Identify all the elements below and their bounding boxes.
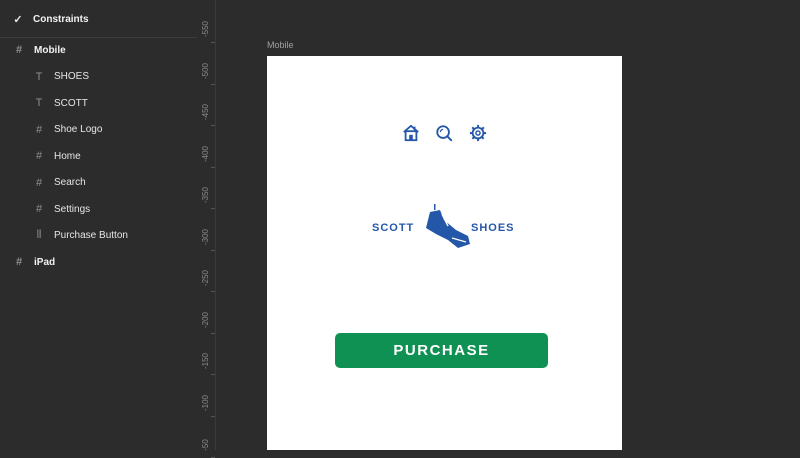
ruler-tick-mark: [211, 291, 215, 292]
frame-label[interactable]: Mobile: [267, 40, 294, 50]
home-icon[interactable]: [402, 124, 420, 142]
layer-row[interactable]: # iPad: [0, 250, 197, 274]
layer-label: Search: [54, 177, 86, 188]
ruler-tick-mark: [211, 249, 215, 251]
frame-icon: #: [35, 203, 43, 215]
layer-row[interactable]: # Mobile: [0, 38, 197, 62]
shoe-icon: [426, 204, 470, 248]
layers-panel: ✓ Constraints # Mobile T SHOES T SCOTT # Shoe L…: [0, 0, 198, 450]
ruler-tick-mark: [211, 374, 215, 375]
ruler-tick-mark: [211, 83, 215, 85]
frame-icon: #: [35, 150, 43, 162]
frame-icon: #: [15, 44, 23, 56]
purchase-label: PURCHASE: [393, 342, 490, 359]
ruler-tick-label: -100: [201, 394, 210, 411]
layer-label: SCOTT: [54, 97, 88, 109]
ruler-tick-mark: [211, 415, 215, 417]
constraints-label: Constraints: [33, 13, 89, 25]
ruler-tick-mark: [211, 42, 215, 43]
layer-label: Shoe Logo: [54, 124, 103, 135]
ruler-tick-label: -250: [201, 269, 210, 286]
ruler-tick-mark: [211, 208, 215, 209]
frame-icon: #: [15, 256, 23, 268]
ruler-tick-label: -400: [201, 145, 210, 162]
mobile-frame[interactable]: SCOTT SHOES PURCHASE: [267, 56, 622, 450]
frame-icon: #: [35, 123, 43, 136]
ruler-tick-mark: [211, 332, 215, 334]
ruler-tick-label: -150: [201, 352, 210, 369]
ruler-tick-label: -350: [201, 186, 210, 203]
layer-label: iPad: [34, 256, 56, 268]
ruler-tick-mark: [211, 166, 215, 168]
check-icon: ✓: [13, 13, 23, 26]
ruler-tick-label: -500: [201, 62, 210, 79]
logo-scott-text: SCOTT: [372, 222, 415, 234]
layer-label: Purchase Button: [54, 230, 128, 241]
constraints-row[interactable]: ✓ Constraints: [0, 7, 197, 31]
search-icon[interactable]: [435, 124, 453, 142]
frame-icon: #: [35, 176, 43, 189]
layer-row[interactable]: ⫴ Purchase Button: [0, 224, 197, 248]
ruler-tick-mark: [211, 125, 215, 126]
ruler-tick-label: -300: [201, 228, 210, 245]
layer-row[interactable]: # Search: [0, 171, 197, 195]
ruler-tick-label: -200: [201, 311, 210, 328]
layer-row[interactable]: # Shoe Logo: [0, 118, 197, 142]
layer-label: SHOES: [54, 71, 90, 82]
gear-icon[interactable]: [469, 124, 487, 142]
layer-label: Settings: [54, 203, 91, 215]
purchase-button[interactable]: PURCHASE: [335, 333, 548, 368]
text-icon: T: [35, 70, 43, 83]
layer-row[interactable]: # Home: [0, 144, 197, 168]
layer-row[interactable]: T SCOTT: [0, 91, 197, 115]
component-icon: ⫴: [36, 229, 42, 241]
logo-shoes-text: SHOES: [471, 222, 515, 234]
layer-label: Mobile: [34, 44, 66, 56]
text-icon: T: [35, 97, 43, 109]
layer-label: Home: [54, 150, 81, 162]
ruler-tick-label: -550: [201, 20, 210, 37]
vertical-ruler: -550 -500 -450 -400 -350 -300 -250 -200 -150 -100…: [197, 0, 216, 458]
layer-row[interactable]: T SHOES: [0, 65, 197, 89]
layer-row[interactable]: # Settings: [0, 197, 197, 221]
ruler-tick-label: -450: [201, 103, 210, 120]
